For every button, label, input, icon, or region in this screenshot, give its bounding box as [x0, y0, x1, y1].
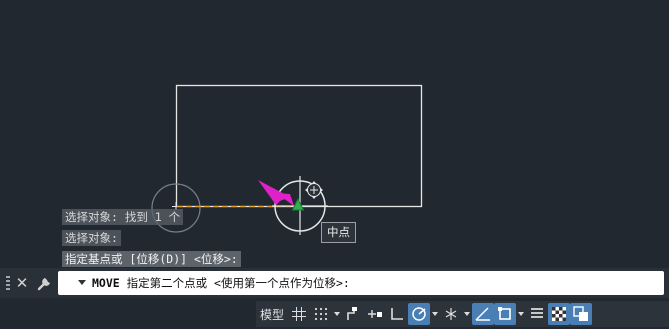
- command-prompt-text: MOVE 指定第二个点或 <使用第一个点作为位移>:: [92, 271, 350, 295]
- customize-wrench-icon[interactable]: [35, 273, 53, 293]
- lineweight-icon[interactable]: [526, 303, 548, 325]
- isometric-drafting-icon[interactable]: [440, 303, 462, 325]
- command-history-dropdown-icon[interactable]: [78, 280, 86, 285]
- command-prompt: 指定第二个点或 <使用第一个点作为位移>:: [119, 276, 350, 290]
- object-snap-dropdown-icon[interactable]: [516, 303, 526, 325]
- snap-mode-icon[interactable]: [310, 303, 332, 325]
- command-line-bar: ✕ MOVE 指定第二个点或 <使用第一个点作为位移>:: [0, 268, 669, 298]
- object-snap-icon[interactable]: [494, 303, 516, 325]
- command-history-line: 选择对象: 找到 1 个: [62, 209, 184, 225]
- close-button[interactable]: ✕: [14, 273, 30, 293]
- dynamic-input-icon[interactable]: [364, 303, 386, 325]
- drag-grip-icon[interactable]: [4, 274, 10, 292]
- command-history-line: 指定基点或 [位移(D)] <位移>:: [62, 251, 241, 267]
- snap-dropdown-icon[interactable]: [332, 303, 342, 325]
- command-history-line: 选择对象:: [62, 230, 121, 246]
- selection-cycling-icon[interactable]: [570, 303, 592, 325]
- snap-tooltip: 中点: [321, 222, 356, 243]
- status-bar: 模型: [0, 298, 669, 329]
- model-space-button[interactable]: 模型: [256, 303, 288, 325]
- status-toolbar: 模型: [256, 301, 669, 327]
- move-cursor-icon: [305, 181, 323, 199]
- polar-tracking-icon[interactable]: [408, 303, 430, 325]
- midpoint-snap-icon: [291, 197, 305, 211]
- infer-constraints-icon[interactable]: [342, 303, 364, 325]
- grid-icon[interactable]: [288, 303, 310, 325]
- transparency-icon[interactable]: [548, 303, 570, 325]
- rectangle-entity[interactable]: [175, 84, 423, 208]
- polar-dropdown-icon[interactable]: [430, 303, 440, 325]
- isometric-dropdown-icon[interactable]: [462, 303, 472, 325]
- object-snap-tracking-icon[interactable]: [472, 303, 494, 325]
- ortho-mode-icon[interactable]: [386, 303, 408, 325]
- command-input[interactable]: MOVE 指定第二个点或 <使用第一个点作为位移>:: [58, 271, 664, 295]
- command-name: MOVE: [92, 276, 120, 290]
